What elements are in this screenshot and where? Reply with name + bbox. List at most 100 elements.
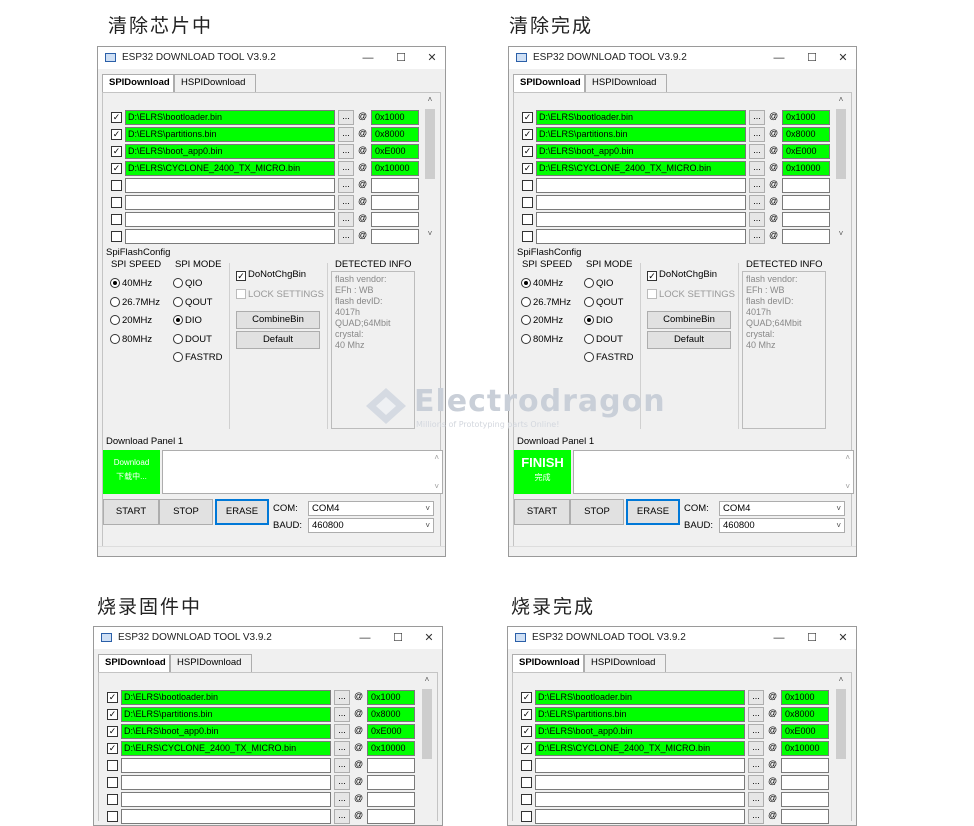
- browse-button[interactable]: ...: [748, 775, 764, 790]
- browse-button[interactable]: ...: [749, 212, 765, 227]
- default-button[interactable]: Default: [647, 331, 731, 349]
- log-scroll-down-icon[interactable]: ˅: [434, 482, 439, 491]
- maximize-icon[interactable]: ☐: [801, 630, 823, 646]
- browse-button[interactable]: ...: [338, 110, 354, 125]
- browse-button[interactable]: ...: [338, 229, 354, 244]
- file-checkbox[interactable]: ✓: [111, 146, 122, 157]
- address-input[interactable]: 0x8000: [782, 127, 830, 142]
- address-input[interactable]: [367, 758, 415, 773]
- close-icon[interactable]: ✕: [421, 50, 443, 66]
- file-path-input[interactable]: [121, 809, 331, 824]
- lock-settings-checkbox[interactable]: LOCK SETTINGS: [236, 289, 324, 300]
- close-icon[interactable]: ✕: [418, 630, 440, 646]
- address-input[interactable]: 0x10000: [367, 741, 415, 756]
- file-path-input[interactable]: D:\ELRS\boot_app0.bin: [535, 724, 745, 739]
- file-path-input[interactable]: D:\ELRS\bootloader.bin: [535, 690, 745, 705]
- address-input[interactable]: 0xE000: [371, 144, 419, 159]
- baud-select[interactable]: 460800 ˅: [308, 518, 434, 533]
- address-input[interactable]: 0x10000: [781, 741, 829, 756]
- com-select[interactable]: COM4 ˅: [719, 501, 845, 516]
- log-scroll-up-icon[interactable]: ˄: [845, 453, 850, 462]
- download-log-area[interactable]: ˄ ˅: [162, 450, 443, 494]
- browse-button[interactable]: ...: [334, 809, 350, 824]
- address-input[interactable]: [371, 229, 419, 244]
- browse-button[interactable]: ...: [338, 195, 354, 210]
- file-path-input[interactable]: D:\ELRS\bootloader.bin: [536, 110, 746, 125]
- combine-bin-button[interactable]: CombineBin: [647, 311, 731, 329]
- address-input[interactable]: [781, 758, 829, 773]
- address-input[interactable]: 0x1000: [367, 690, 415, 705]
- speed-radio[interactable]: 20MHz: [521, 315, 563, 326]
- log-scroll-up-icon[interactable]: ˄: [434, 453, 439, 462]
- address-input[interactable]: 0xE000: [782, 144, 830, 159]
- address-input[interactable]: 0x8000: [367, 707, 415, 722]
- tab-spidownload[interactable]: SPIDownload: [512, 654, 584, 672]
- mode-radio[interactable]: FASTRD: [584, 352, 633, 363]
- file-path-input[interactable]: [535, 758, 745, 773]
- title-bar[interactable]: ESP32 DOWNLOAD TOOL V3.9.2 — ☐ ✕: [509, 47, 856, 69]
- download-log-area[interactable]: ˄ ˅: [573, 450, 854, 494]
- file-list-scrollbar[interactable]: ˄: [421, 673, 433, 823]
- address-input[interactable]: [371, 212, 419, 227]
- scroll-down-icon[interactable]: ˅: [835, 229, 847, 238]
- browse-button[interactable]: ...: [748, 809, 764, 824]
- browse-button[interactable]: ...: [334, 707, 350, 722]
- browse-button[interactable]: ...: [748, 690, 764, 705]
- speed-radio[interactable]: 40MHz: [110, 278, 152, 289]
- mode-radio[interactable]: DIO: [173, 315, 202, 326]
- tab-spidownload[interactable]: SPIDownload: [98, 654, 170, 672]
- browse-button[interactable]: ...: [749, 127, 765, 142]
- minimize-icon[interactable]: —: [768, 630, 790, 646]
- address-input[interactable]: [371, 178, 419, 193]
- browse-button[interactable]: ...: [749, 161, 765, 176]
- file-path-input[interactable]: D:\ELRS\boot_app0.bin: [536, 144, 746, 159]
- file-path-input[interactable]: D:\ELRS\boot_app0.bin: [121, 724, 331, 739]
- file-checkbox[interactable]: ✓: [522, 146, 533, 157]
- start-button[interactable]: START: [514, 499, 570, 525]
- close-icon[interactable]: ✕: [832, 630, 854, 646]
- browse-button[interactable]: ...: [334, 758, 350, 773]
- scroll-up-icon[interactable]: ˄: [424, 95, 436, 104]
- speed-radio[interactable]: 26.7MHz: [110, 296, 160, 308]
- tab-spidownload[interactable]: SPIDownload: [513, 74, 585, 92]
- mode-radio[interactable]: QOUT: [584, 296, 623, 308]
- file-list-scrollbar[interactable]: ˄: [835, 673, 847, 823]
- minimize-icon[interactable]: —: [354, 630, 376, 646]
- donotchgbin-checkbox[interactable]: ✓ DoNotChgBin: [236, 269, 306, 281]
- scroll-down-icon[interactable]: ˅: [424, 229, 436, 238]
- browse-button[interactable]: ...: [748, 741, 764, 756]
- browse-button[interactable]: ...: [748, 707, 764, 722]
- browse-button[interactable]: ...: [338, 212, 354, 227]
- address-input[interactable]: 0xE000: [367, 724, 415, 739]
- browse-button[interactable]: ...: [338, 144, 354, 159]
- address-input[interactable]: [367, 809, 415, 824]
- file-path-input[interactable]: D:\ELRS\partitions.bin: [125, 127, 335, 142]
- file-path-input[interactable]: [121, 758, 331, 773]
- tab-spidownload[interactable]: SPIDownload: [102, 74, 174, 92]
- minimize-icon[interactable]: —: [357, 50, 379, 66]
- address-input[interactable]: [782, 212, 830, 227]
- mode-radio[interactable]: QOUT: [173, 296, 212, 308]
- speed-radio[interactable]: 80MHz: [521, 333, 563, 345]
- file-checkbox[interactable]: ✓: [522, 129, 533, 140]
- start-button[interactable]: START: [103, 499, 159, 525]
- mode-radio[interactable]: DOUT: [173, 333, 212, 345]
- speed-radio[interactable]: 80MHz: [110, 333, 152, 345]
- erase-button[interactable]: ERASE: [626, 499, 680, 525]
- tab-hspidownload[interactable]: HSPIDownload: [174, 74, 256, 92]
- title-bar[interactable]: ESP32 DOWNLOAD TOOL V3.9.2 — ☐ ✕: [94, 627, 442, 649]
- file-checkbox[interactable]: [521, 777, 532, 788]
- file-checkbox[interactable]: ✓: [521, 692, 532, 703]
- file-path-input[interactable]: D:\ELRS\partitions.bin: [536, 127, 746, 142]
- file-path-input[interactable]: [125, 212, 335, 227]
- file-checkbox[interactable]: ✓: [111, 163, 122, 174]
- file-checkbox[interactable]: [521, 794, 532, 805]
- maximize-icon[interactable]: ☐: [390, 50, 412, 66]
- file-path-input[interactable]: D:\ELRS\bootloader.bin: [121, 690, 331, 705]
- scroll-up-icon[interactable]: ˄: [421, 675, 433, 684]
- browse-button[interactable]: ...: [748, 792, 764, 807]
- mode-radio[interactable]: DOUT: [584, 333, 623, 345]
- file-checkbox[interactable]: [107, 777, 118, 788]
- file-checkbox[interactable]: [522, 231, 533, 242]
- file-checkbox[interactable]: ✓: [107, 726, 118, 737]
